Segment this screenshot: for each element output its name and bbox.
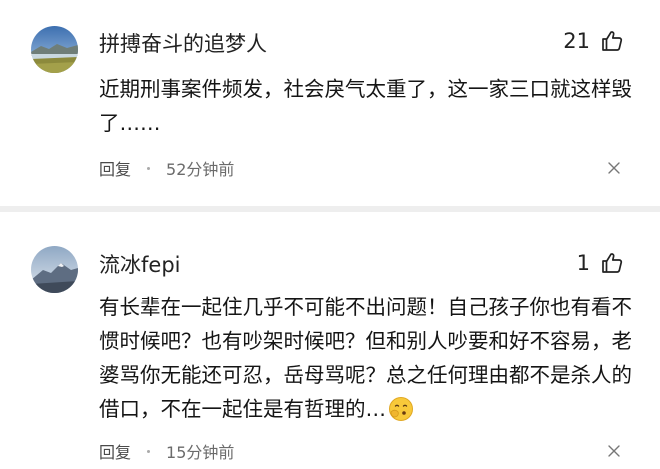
thumbs-up-icon[interactable] [600, 251, 624, 275]
reply-button[interactable]: 回复 [99, 156, 131, 180]
comment-divider [0, 206, 660, 212]
like-count: 1 [576, 251, 590, 275]
close-icon[interactable] [607, 444, 621, 458]
like-control[interactable]: 21 [563, 29, 624, 53]
close-icon[interactable] [607, 161, 621, 175]
mountain-avatar-icon[interactable] [31, 246, 78, 293]
comment-text: 有长辈在一起住几乎不可能不出问题！自己孩子你也有看不惯时候吧？也有吵架时候吧？但… [99, 295, 632, 421]
comment-meta: 回复 15分钟前 [99, 439, 234, 463]
comment-meta: 回复 52分钟前 [99, 156, 234, 180]
comment-item: 流冰fepi 1 有长辈在一起住几乎不可能不出问题！自己孩子你也有看不惯时候吧？… [0, 214, 660, 469]
thumbs-up-icon[interactable] [600, 29, 624, 53]
comment-item: 拼搏奋斗的追梦人 21 近期刑事案件频发，社会戾气太重了，这一家三口就这样毁了…… [0, 0, 660, 205]
landscape-avatar-icon[interactable] [31, 26, 78, 73]
separator-dot [147, 449, 151, 453]
like-count: 21 [563, 29, 590, 53]
reply-button[interactable]: 回复 [99, 439, 131, 463]
comment-text: 近期刑事案件频发，社会戾气太重了，这一家三口就这样毁了…… [99, 77, 632, 135]
comment-username[interactable]: 拼搏奋斗的追梦人 [99, 28, 267, 58]
comment-time: 15分钟前 [166, 443, 235, 462]
comment-username[interactable]: 流冰fepi [99, 249, 180, 279]
comment-text-block: 有长辈在一起住几乎不可能不出问题！自己孩子你也有看不惯时候吧？也有吵架时候吧？但… [99, 290, 639, 426]
comment-list: 拼搏奋斗的追梦人 21 近期刑事案件频发，社会戾气太重了，这一家三口就这样毁了…… [0, 0, 660, 469]
like-control[interactable]: 1 [577, 251, 624, 275]
comment-time: 52分钟前 [166, 160, 235, 179]
pondering-face-emoji [389, 397, 413, 421]
separator-dot [147, 166, 151, 170]
